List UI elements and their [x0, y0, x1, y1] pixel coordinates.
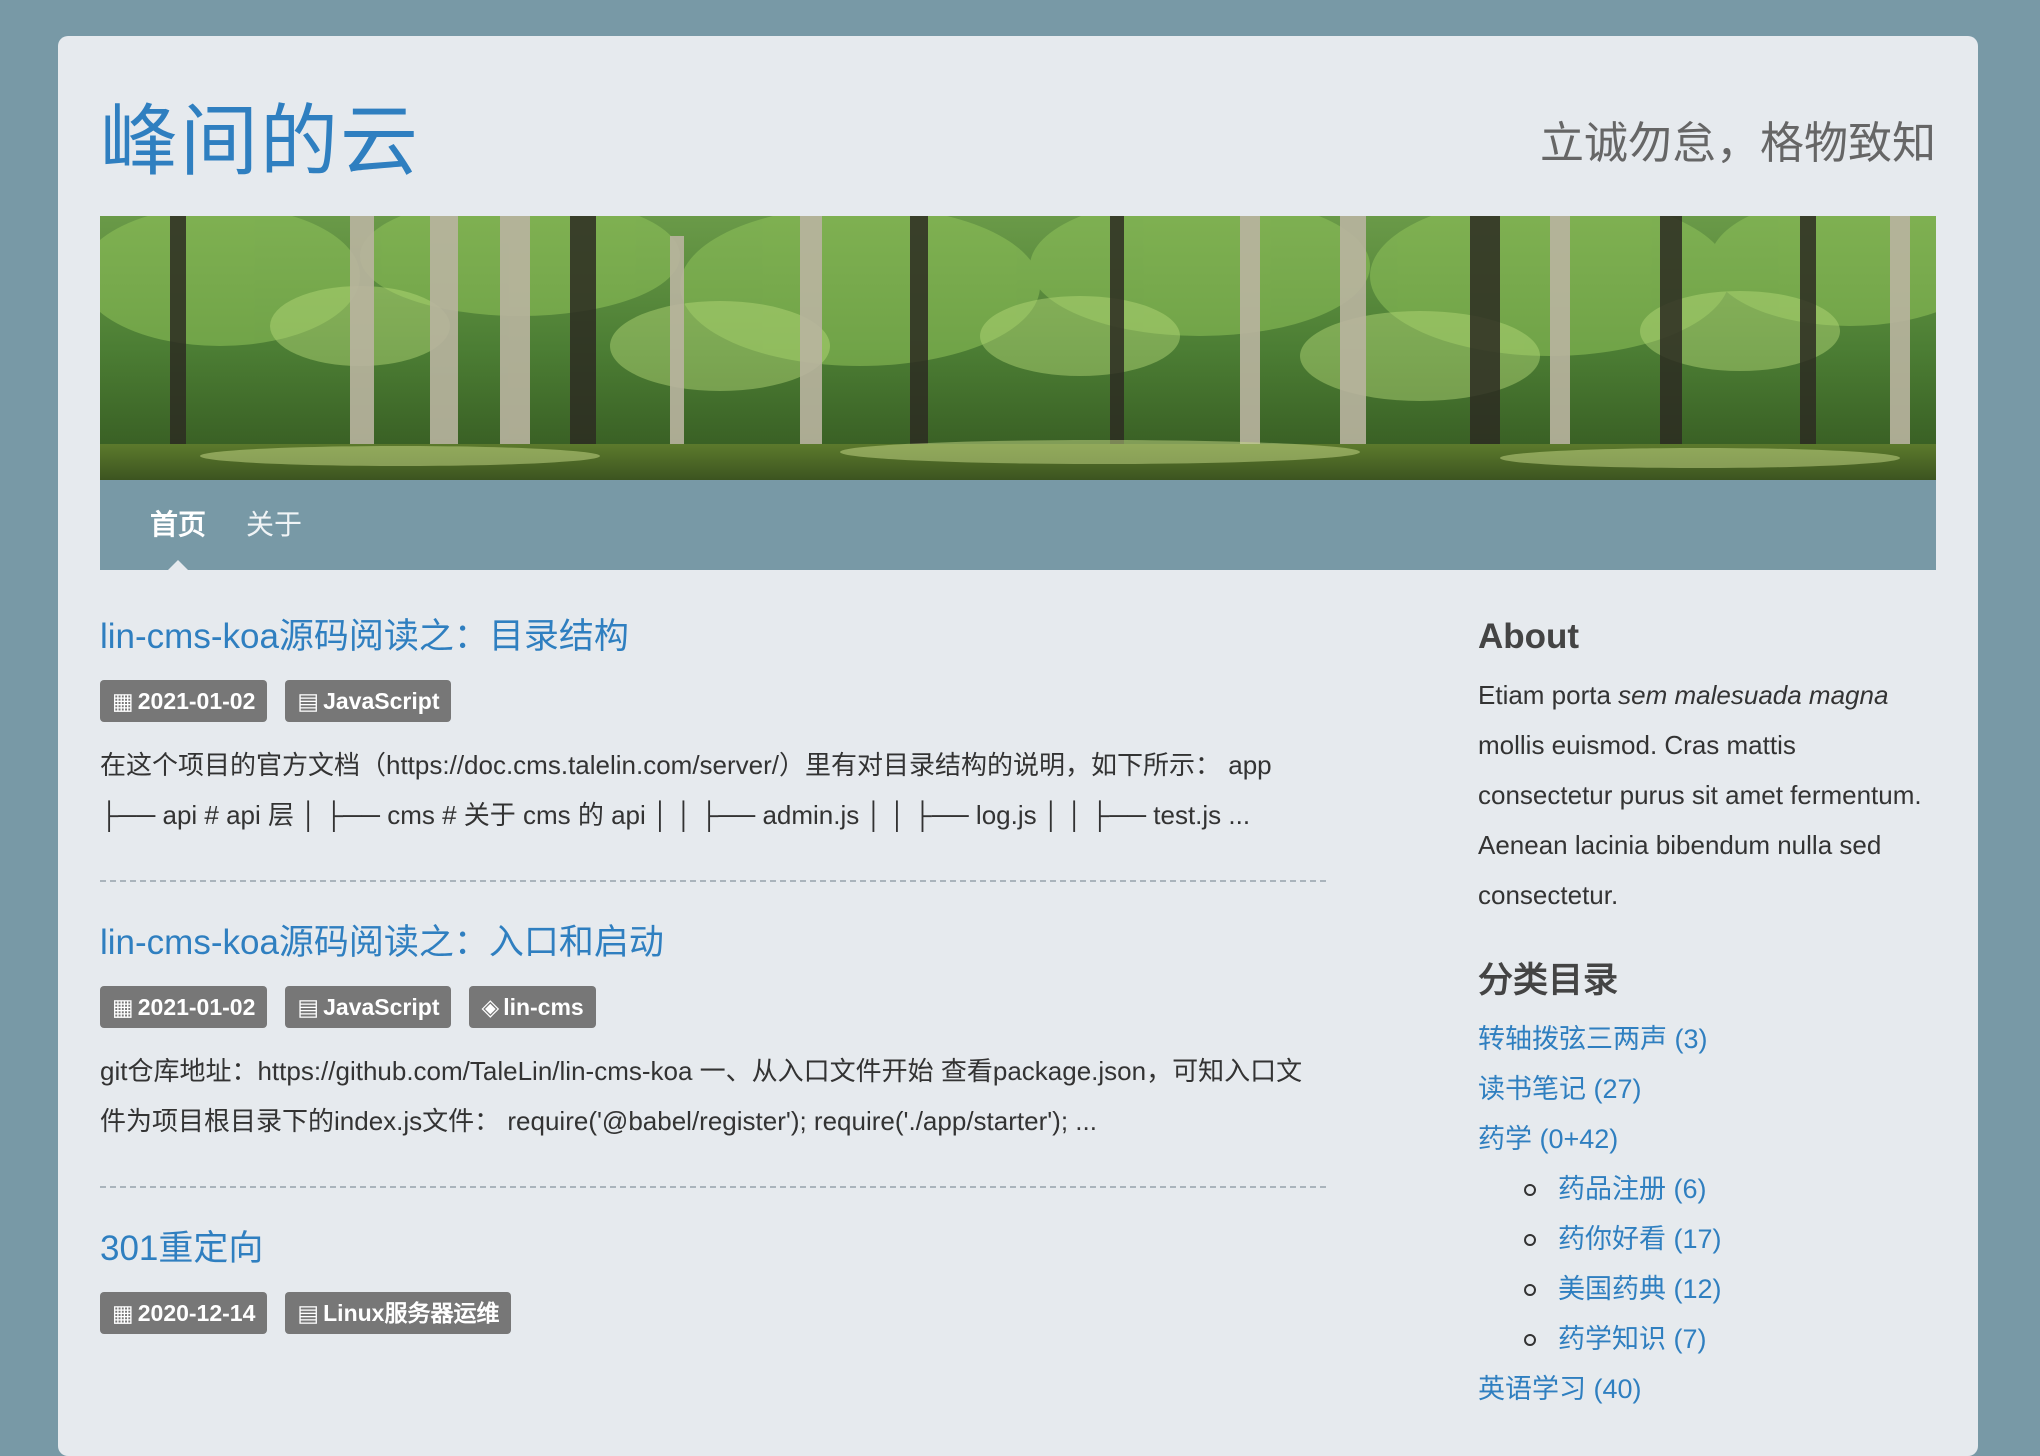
calendar-icon: ▦ [112, 1300, 134, 1326]
category-badge[interactable]: ▤ Linux服务器运维 [285, 1292, 512, 1334]
subcategory-item: 美国药典 (12) [1524, 1264, 1936, 1314]
tag-badge[interactable]: ◈ lin-cms [469, 986, 596, 1028]
post-item: lin-cms-koa源码阅读之：目录结构 ▦ 2021-01-02 ▤ JavaSc… [100, 616, 1326, 840]
tag-icon: ◈ [481, 994, 500, 1020]
date-badge[interactable]: ▦ 2021-01-02 [100, 680, 268, 722]
main-navbar: 首页 关于 [100, 480, 1936, 570]
post-title-link[interactable]: lin-cms-koa源码阅读之：目录结构 [100, 616, 1326, 658]
category-item: 转轴拨弦三两声 (3) [1478, 1014, 1936, 1064]
post-divider [100, 1186, 1326, 1188]
subcategory-link[interactable]: 药学知识 (7) [1558, 1324, 1707, 1354]
about-heading: About [1478, 617, 1580, 656]
subcategory-item: 药学知识 (7) [1524, 1314, 1936, 1364]
subcategory-link[interactable]: 药品注册 (6) [1558, 1174, 1707, 1204]
forest-image [100, 216, 1936, 480]
post-category: JavaScript [323, 688, 440, 714]
about-text-part: mollis euismod. Cras mattis consectetur … [1478, 730, 1922, 910]
list-icon: ▤ [297, 688, 320, 714]
post-title-link[interactable]: lin-cms-koa源码阅读之：入口和启动 [100, 922, 1326, 964]
about-text-emphasis: sem malesuada magna [1618, 680, 1889, 710]
date-badge[interactable]: ▦ 2020-12-14 [100, 1292, 268, 1334]
post-date: 2020-12-14 [137, 1300, 256, 1326]
list-icon: ▤ [297, 1300, 320, 1326]
category-link[interactable]: 药学 (0+42) [1478, 1124, 1618, 1154]
post-list: lin-cms-koa源码阅读之：目录结构 ▦ 2021-01-02 ▤ JavaSc… [100, 616, 1326, 1352]
subcategory-item: 药你好看 (17) [1524, 1214, 1936, 1264]
about-text-part: Etiam porta [1478, 680, 1619, 710]
category-badge[interactable]: ▤ JavaScript [285, 986, 452, 1028]
subcategory-item: 药品注册 (6) [1524, 1164, 1936, 1214]
post-title-link[interactable]: 301重定向 [100, 1228, 1326, 1270]
category-link[interactable]: 转轴拨弦三两声 (3) [1478, 1024, 1708, 1054]
date-badge[interactable]: ▦ 2021-01-02 [100, 986, 268, 1028]
post-item: lin-cms-koa源码阅读之：入口和启动 ▦ 2021-01-02 ▤ JavaS… [100, 922, 1326, 1146]
page-container: 峰间的云 立诚勿怠，格物致知 首页 关于 lin-cms-koa源码阅读之：目录… [58, 36, 1978, 1456]
category-link[interactable]: 英语学习 (40) [1478, 1374, 1642, 1404]
category-link[interactable]: 读书笔记 (27) [1478, 1074, 1642, 1104]
category-badge[interactable]: ▤ JavaScript [285, 680, 452, 722]
post-category: Linux服务器运维 [323, 1300, 500, 1326]
post-excerpt: git仓库地址：https://github.com/TaleLin/lin-c… [100, 1056, 1303, 1136]
post-category: JavaScript [323, 994, 440, 1020]
category-item: 英语学习 (40) [1478, 1364, 1936, 1414]
nav-item-about[interactable]: 关于 [246, 480, 302, 570]
site-title[interactable]: 峰间的云 [100, 102, 420, 180]
post-divider [100, 880, 1326, 882]
subcategory-link[interactable]: 药你好看 (17) [1558, 1224, 1722, 1254]
calendar-icon: ▦ [112, 688, 134, 714]
calendar-icon: ▦ [112, 994, 134, 1020]
sidebar: About Etiam porta sem malesuada magna mo… [1478, 616, 1936, 1414]
post-date: 2021-01-02 [137, 688, 256, 714]
nav-item-home[interactable]: 首页 [150, 480, 206, 570]
subcategory-link[interactable]: 美国药典 (12) [1558, 1274, 1722, 1304]
category-item: 读书笔记 (27) [1478, 1064, 1936, 1114]
post-meta: ▦ 2021-01-02 ▤ JavaScript [100, 680, 1326, 722]
header-banner-image [100, 216, 1936, 480]
about-text: Etiam porta sem malesuada magna mollis e… [1478, 670, 1936, 920]
site-header: 峰间的云 立诚勿怠，格物致知 [100, 36, 1936, 216]
subcategory-list: 药品注册 (6) 药你好看 (17) 美国药典 (12) 药学知识 (7) [1478, 1164, 1936, 1364]
post-meta: ▦ 2021-01-02 ▤ JavaScript ◈ lin-cms [100, 986, 1326, 1028]
site-tagline: 立诚勿怠，格物致知 [1540, 119, 1936, 168]
post-date: 2021-01-02 [137, 994, 256, 1020]
category-item: 药学 (0+42) 药品注册 (6) 药你好看 (17) 美国药典 (12) 药… [1478, 1114, 1936, 1364]
post-excerpt: 在这个项目的官方文档（https://doc.cms.talelin.com/s… [100, 750, 1272, 830]
categories-heading: 分类目录 [1478, 961, 1619, 1000]
post-tag: lin-cms [503, 994, 584, 1020]
post-item: 301重定向 ▦ 2020-12-14 ▤ Linux服务器运维 [100, 1228, 1326, 1334]
active-nav-indicator [168, 560, 188, 570]
list-icon: ▤ [297, 994, 320, 1020]
category-list: 转轴拨弦三两声 (3) 读书笔记 (27) 药学 (0+42) 药品注册 (6)… [1478, 1014, 1936, 1414]
post-meta: ▦ 2020-12-14 ▤ Linux服务器运维 [100, 1292, 1326, 1334]
